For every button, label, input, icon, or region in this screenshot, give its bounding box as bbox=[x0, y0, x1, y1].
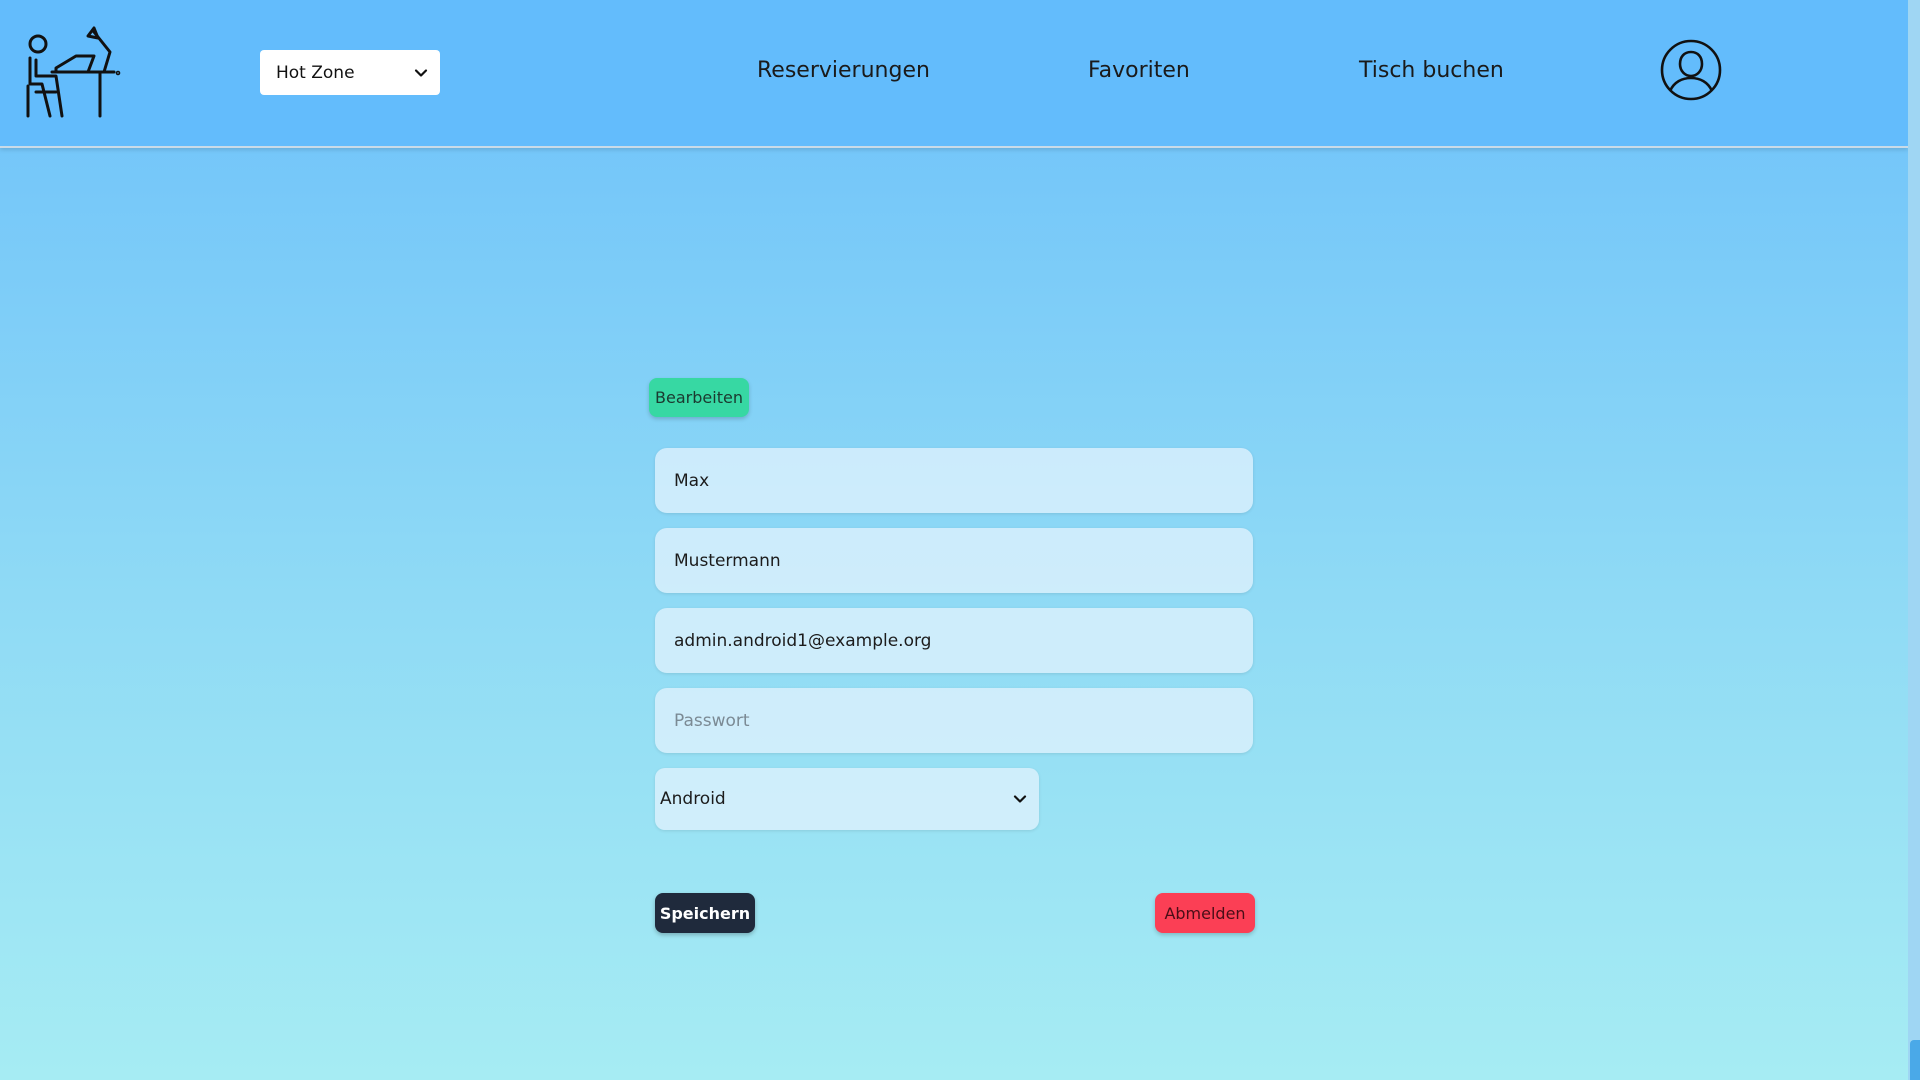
first-name-field[interactable]: Max bbox=[655, 448, 1253, 513]
chevron-down-icon bbox=[414, 68, 428, 77]
password-field[interactable]: Passwort bbox=[655, 688, 1253, 753]
zone-select[interactable]: Hot Zone bbox=[260, 50, 440, 95]
role-select-value: Android bbox=[660, 789, 726, 809]
scrollbar-thumb[interactable] bbox=[1910, 1040, 1920, 1080]
role-select[interactable]: Android bbox=[655, 768, 1039, 830]
top-navigation-bar: Hot Zone Reservierungen Favoriten Tisch … bbox=[0, 0, 1908, 148]
email-field[interactable]: admin.android1@example.org bbox=[655, 608, 1253, 673]
last-name-field[interactable]: Mustermann bbox=[655, 528, 1253, 593]
person-at-desk-icon[interactable] bbox=[22, 26, 122, 120]
edit-button[interactable]: Bearbeiten bbox=[649, 378, 749, 417]
logout-button[interactable]: Abmelden bbox=[1155, 893, 1255, 933]
chevron-down-icon bbox=[1013, 795, 1027, 803]
nav-link-tisch-buchen[interactable]: Tisch buchen bbox=[1359, 58, 1504, 83]
save-button[interactable]: Speichern bbox=[655, 893, 755, 933]
nav-link-favoriten[interactable]: Favoriten bbox=[1088, 58, 1190, 83]
zone-select-value: Hot Zone bbox=[276, 62, 355, 83]
vertical-scrollbar[interactable] bbox=[1908, 0, 1920, 1080]
nav-link-reservierungen[interactable]: Reservierungen bbox=[757, 58, 930, 83]
user-avatar-icon[interactable] bbox=[1660, 39, 1722, 101]
